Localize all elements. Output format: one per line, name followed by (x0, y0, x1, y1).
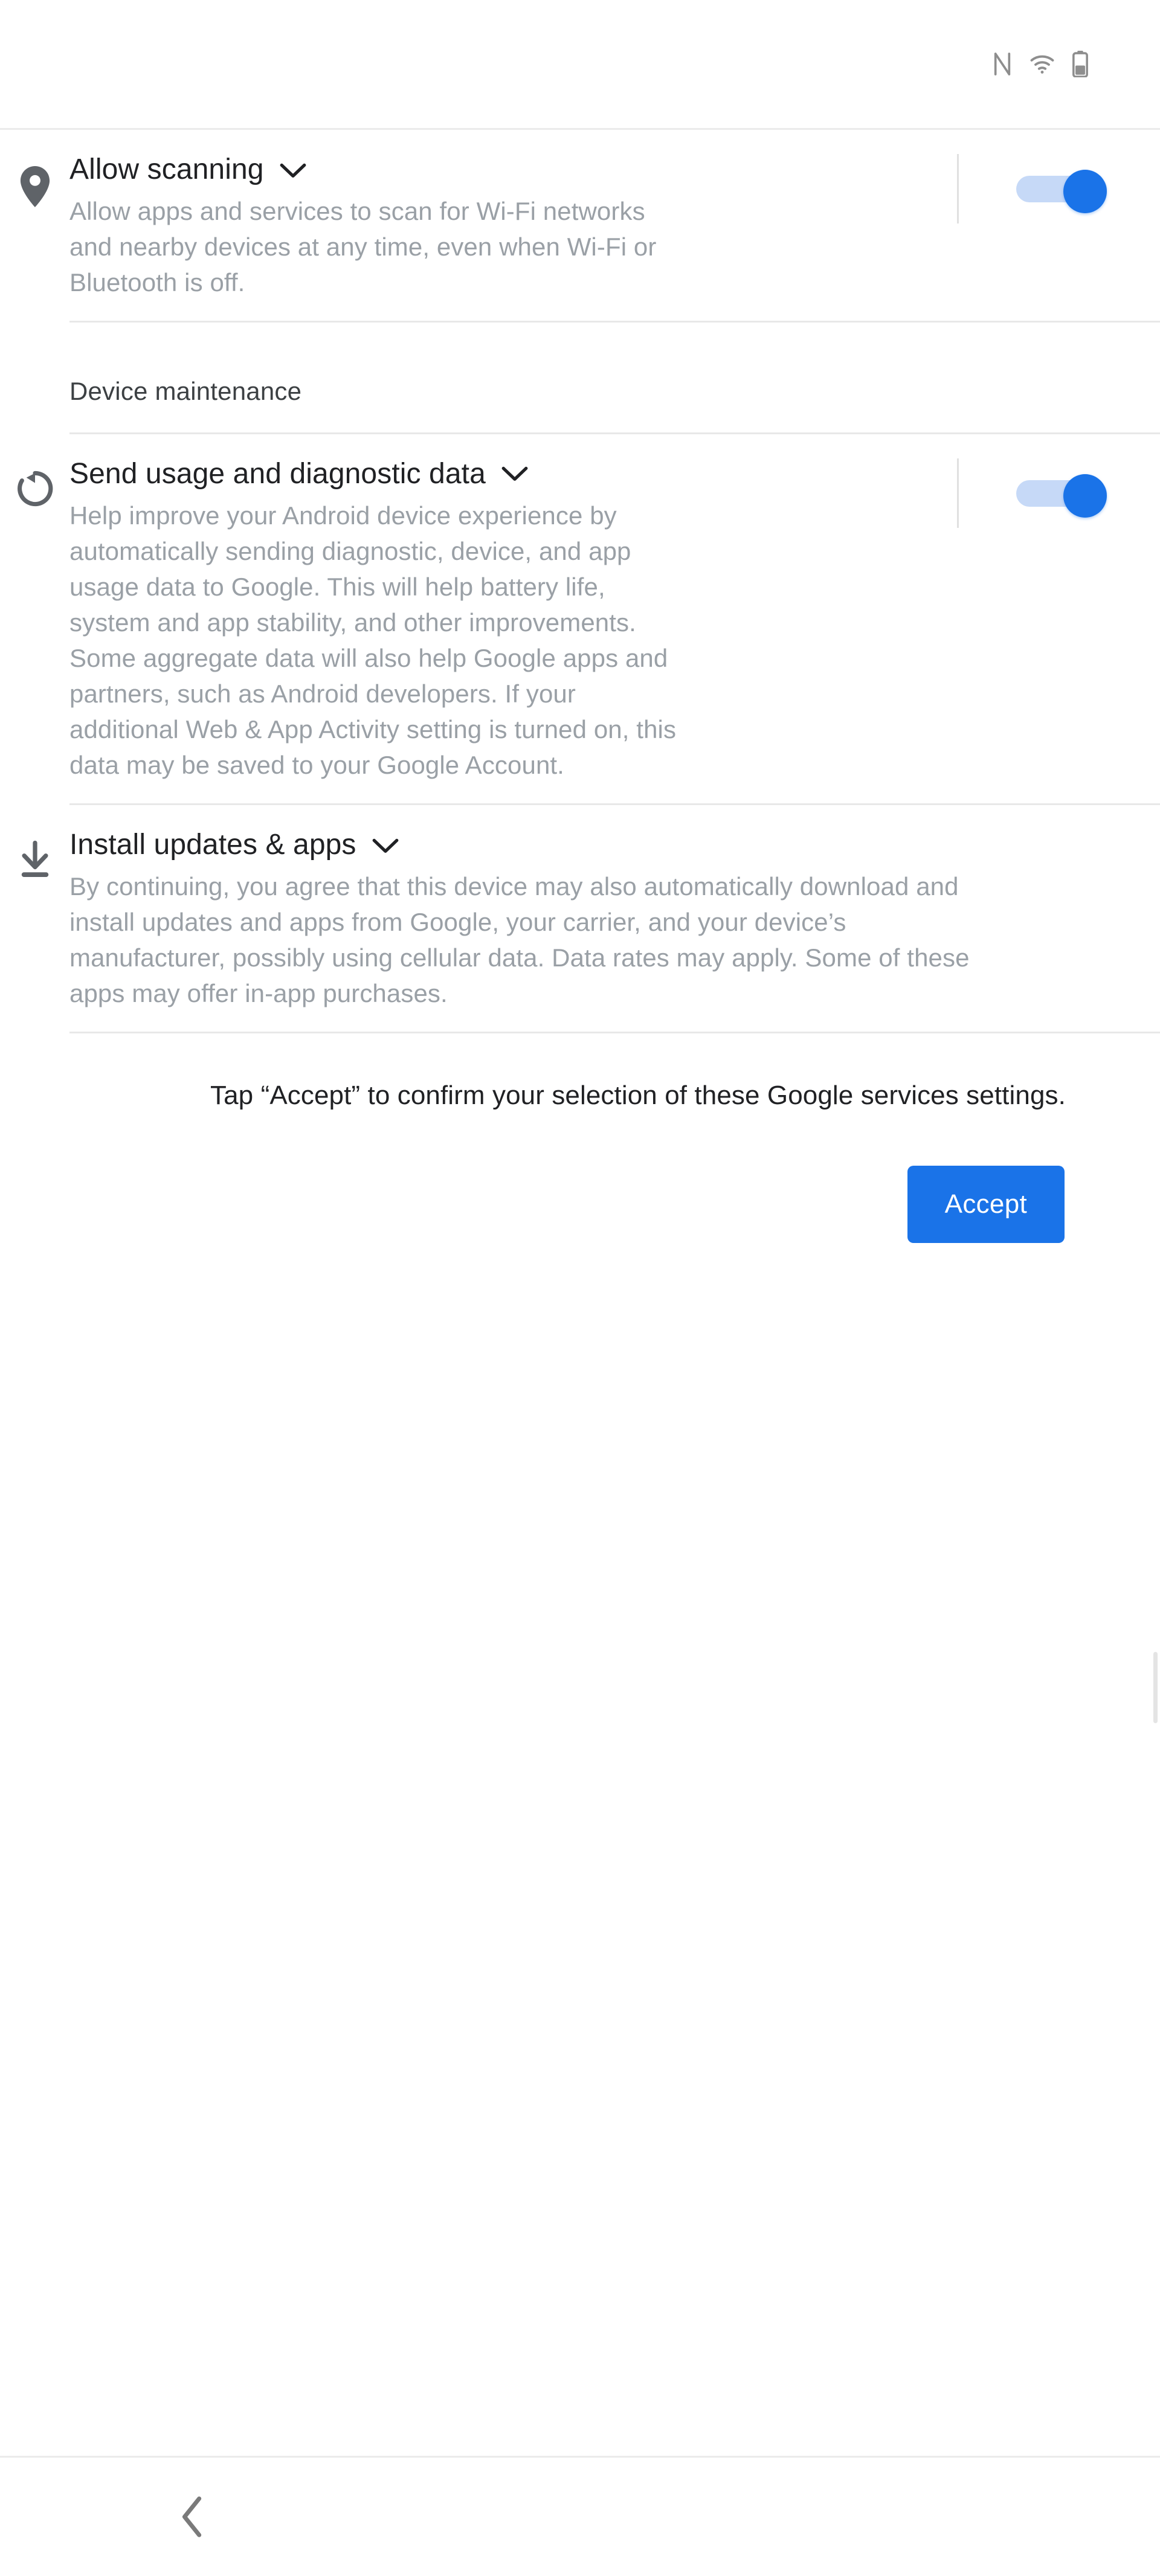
allow-scanning-title-line: Allow scanning (69, 130, 918, 188)
sync-refresh-icon (0, 434, 69, 508)
usage-diagnostics-toggle-cell (930, 434, 1160, 528)
settings-scroll-container[interactable]: Allow scanning Allow apps and services t… (0, 130, 1160, 2456)
usage-diagnostics-toggle[interactable] (1016, 474, 1107, 518)
wifi-icon (1030, 54, 1055, 74)
usage-diagnostics-title: Send usage and diagnostic data (69, 458, 486, 490)
nfc-icon (992, 52, 1013, 76)
usage-diagnostics-description: Help improve your Android device experie… (69, 501, 677, 779)
allow-scanning-main: Allow scanning Allow apps and services t… (69, 130, 930, 321)
section-header-device-maintenance: Device maintenance (69, 377, 302, 405)
system-navigation-bar (0, 2456, 1160, 2576)
scrollbar-thumb[interactable] (1153, 1652, 1158, 1723)
usage-diagnostics-main: Send usage and diagnostic data Help impr… (69, 434, 930, 803)
install-updates-main: Install updates & apps By continuing, yo… (69, 805, 1160, 1032)
allow-scanning-toggle[interactable] (1016, 170, 1107, 213)
install-updates-description: By continuing, you agree that this devic… (69, 872, 970, 1007)
toggle-thumb (1063, 170, 1107, 213)
allow-scanning-description: Allow apps and services to scan for Wi-F… (69, 197, 657, 297)
toggle-thumb (1063, 474, 1107, 518)
accept-instructions: Tap “Accept” to confirm your selection o… (210, 1081, 1066, 1110)
battery-icon (1072, 51, 1089, 77)
install-updates-title-line: Install updates & apps (69, 805, 1148, 864)
usage-diagnostics-title-line: Send usage and diagnostic data (69, 434, 918, 493)
install-updates-title: Install updates & apps (69, 829, 356, 861)
status-bar-icons (992, 51, 1089, 77)
toggle-separator (957, 154, 959, 223)
phone-screen: Allow scanning Allow apps and services t… (0, 0, 1160, 2576)
location-pin-icon (0, 130, 69, 208)
accept-button-bar: Accept (0, 1114, 1160, 1243)
status-bar (0, 0, 1160, 130)
setting-row-allow-scanning[interactable]: Allow scanning Allow apps and services t… (0, 130, 1160, 321)
allow-scanning-title: Allow scanning (69, 153, 264, 185)
accept-button[interactable]: Accept (907, 1166, 1065, 1243)
download-icon (0, 805, 69, 879)
allow-scanning-toggle-cell (930, 130, 1160, 223)
chevron-down-icon[interactable] (280, 160, 306, 179)
back-chevron-icon[interactable] (0, 2458, 387, 2576)
chevron-down-icon[interactable] (372, 835, 399, 855)
toggle-separator (957, 458, 959, 528)
setting-row-install-updates[interactable]: Install updates & apps By continuing, yo… (0, 805, 1160, 1032)
setting-row-usage-diagnostics[interactable]: Send usage and diagnostic data Help impr… (0, 434, 1160, 803)
chevron-down-icon[interactable] (501, 466, 528, 483)
